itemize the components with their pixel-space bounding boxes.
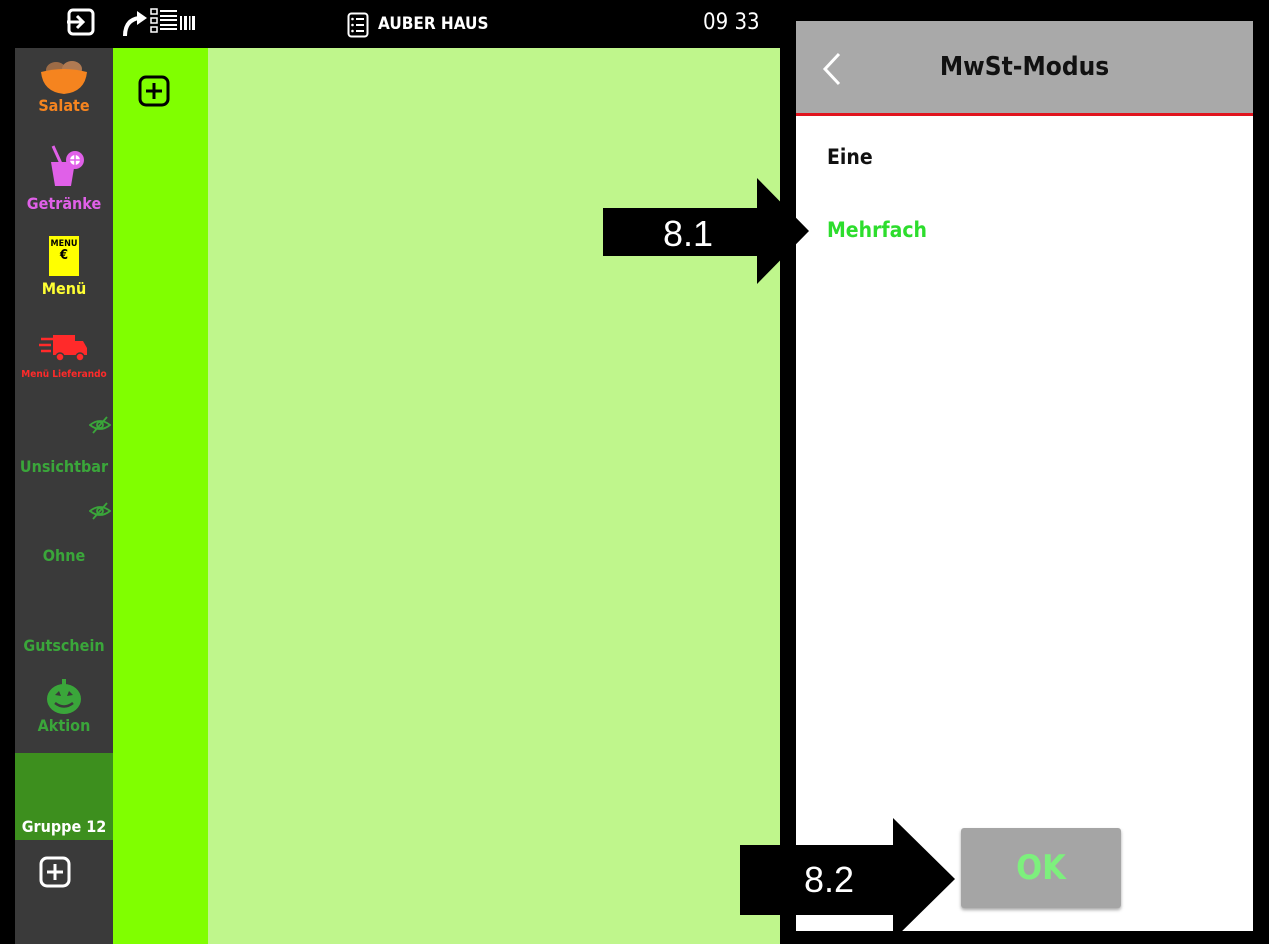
- dialog-title: MwSt-Modus: [939, 52, 1110, 82]
- pumpkin-icon: [47, 679, 81, 714]
- category-unsichtbar[interactable]: Unsichtbar: [15, 410, 113, 490]
- arrow-head-icon: [893, 818, 955, 940]
- category-label: Aktion: [37, 716, 91, 735]
- drink-glass-icon: [51, 145, 84, 186]
- category-label: Unsichtbar: [19, 457, 109, 476]
- category-label: Salate: [38, 96, 90, 115]
- category-label: Gutschein: [23, 636, 105, 655]
- product-area: [208, 48, 780, 944]
- add-category-button[interactable]: [39, 856, 71, 888]
- category-gutschein[interactable]: Gutschein: [15, 588, 113, 668]
- hidden-eye-icon: [89, 416, 111, 434]
- annotation-arrow-8-1: 8.1: [603, 208, 758, 256]
- category-aktion[interactable]: Aktion: [15, 678, 113, 753]
- order-list-icon: [347, 12, 369, 38]
- category-label: Gruppe 12: [21, 817, 107, 836]
- annotation-label: 8.2: [804, 859, 855, 900]
- option-mehrfach[interactable]: Mehrfach: [827, 218, 927, 242]
- annotation-arrow-8-2: 8.2: [740, 845, 895, 915]
- hidden-eye-icon: [89, 502, 111, 520]
- salad-bowl-icon: [41, 61, 87, 94]
- option-eine[interactable]: Eine: [827, 145, 873, 169]
- logout-icon[interactable]: [65, 6, 97, 38]
- dialog-header: MwSt-Modus: [796, 21, 1253, 116]
- category-menu-lieferando[interactable]: Menü Lieferando: [15, 331, 113, 411]
- group-column: [113, 48, 208, 944]
- category-sidebar: Salate Getränke MENU € Menü Menü Lieferan…: [15, 48, 113, 944]
- category-label: Ohne: [42, 546, 86, 565]
- vat-mode-dialog: MwSt-Modus Eine Mehrfach OK: [796, 21, 1253, 931]
- category-label: Menü: [41, 279, 87, 298]
- category-getraenke[interactable]: Getränke: [15, 144, 113, 224]
- clock-time: 09 33: [703, 10, 760, 35]
- category-label: Getränke: [26, 194, 102, 213]
- annotation-label: 8.1: [663, 213, 714, 254]
- menu-card-icon: MENU €: [49, 236, 79, 276]
- add-product-button[interactable]: [138, 75, 170, 107]
- delivery-truck-icon: [39, 335, 87, 362]
- category-salate[interactable]: Salate: [15, 56, 113, 136]
- arrow-head-icon: [757, 178, 809, 284]
- category-menu[interactable]: MENU € Menü: [15, 236, 113, 316]
- category-gruppe-12[interactable]: Gruppe 12: [15, 753, 113, 840]
- ok-button[interactable]: OK: [961, 828, 1121, 908]
- top-bar: AUBER HAUS 09 33: [15, 0, 780, 48]
- order-mode-label[interactable]: AUBER HAUS: [378, 14, 488, 34]
- transfer-order-icon[interactable]: [121, 6, 201, 40]
- category-ohne[interactable]: Ohne: [15, 498, 113, 578]
- category-label: Menü Lieferando: [21, 369, 107, 380]
